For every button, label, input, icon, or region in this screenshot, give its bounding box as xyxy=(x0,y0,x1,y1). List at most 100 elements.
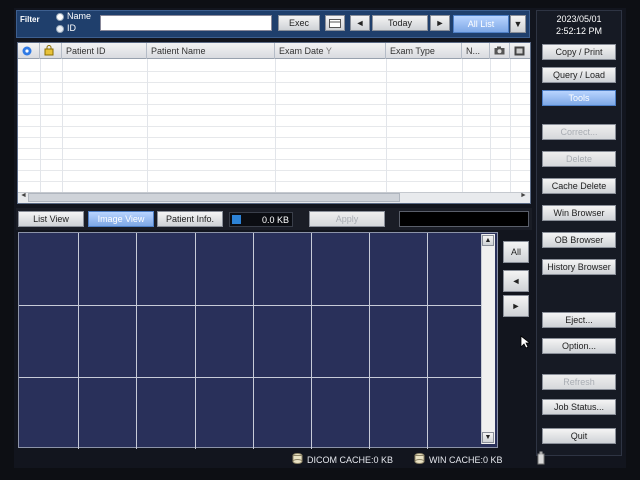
tools-button[interactable]: Tools xyxy=(542,90,616,106)
next-date-button[interactable]: ► xyxy=(430,15,450,31)
grid-line xyxy=(19,305,481,306)
table-divider xyxy=(462,59,463,192)
name-radio[interactable] xyxy=(56,13,64,21)
table-row[interactable] xyxy=(18,104,530,105)
table-row[interactable] xyxy=(18,181,530,182)
n-col[interactable]: N... xyxy=(462,43,490,59)
chevron-down-icon: ▼ xyxy=(484,434,492,441)
status-col[interactable] xyxy=(18,43,40,59)
grid-line xyxy=(19,377,481,378)
table-row[interactable] xyxy=(18,137,530,138)
win-browser-button[interactable]: Win Browser xyxy=(542,205,616,221)
scroll-right-icon[interactable]: ► xyxy=(520,192,527,199)
storage-icon xyxy=(232,215,241,224)
table-row[interactable] xyxy=(18,115,530,116)
table-row[interactable] xyxy=(18,148,530,149)
delete-button[interactable]: Delete xyxy=(542,151,616,167)
query-load-button[interactable]: Query / Load xyxy=(542,67,616,83)
calendar-icon xyxy=(329,18,341,28)
image-view-button[interactable]: Image View xyxy=(88,211,154,227)
grid-line xyxy=(311,233,312,449)
id-radio[interactable] xyxy=(56,25,64,33)
chevron-up-icon: ▲ xyxy=(484,237,492,244)
film-col[interactable] xyxy=(510,43,530,59)
scrollbar-thumb[interactable] xyxy=(28,193,400,202)
filter-input[interactable] xyxy=(100,15,272,31)
table-row[interactable] xyxy=(18,126,530,127)
grid-line xyxy=(195,233,196,449)
camera-col[interactable] xyxy=(490,43,510,59)
scroll-left-icon[interactable]: ◄ xyxy=(20,192,27,199)
scroll-down-button[interactable]: ▼ xyxy=(482,432,494,443)
grid-line xyxy=(78,233,79,449)
table-divider xyxy=(40,59,41,192)
cache-delete-button[interactable]: Cache Delete xyxy=(542,178,616,194)
option-button[interactable]: Option... xyxy=(542,338,616,354)
prev-date-button[interactable]: ◄ xyxy=(350,15,370,31)
chevron-down-icon: ▼ xyxy=(513,19,523,29)
usb-drive-icon xyxy=(537,451,545,465)
grid-line xyxy=(136,233,137,449)
left-arrow-icon: ◄ xyxy=(511,276,521,286)
grid-line xyxy=(253,233,254,449)
lock-col[interactable] xyxy=(40,43,62,59)
table-divider xyxy=(386,59,387,192)
table-divider xyxy=(490,59,491,192)
list-view-button[interactable]: List View xyxy=(18,211,84,227)
all-images-button[interactable]: All xyxy=(503,241,529,263)
apply-button[interactable]: Apply xyxy=(309,211,385,227)
exam-date-label: Exam Date xyxy=(279,46,324,56)
job-status-button[interactable]: Job Status... xyxy=(542,399,616,415)
patient-table xyxy=(17,42,531,204)
today-button[interactable]: Today xyxy=(372,15,428,31)
mouse-cursor-icon xyxy=(520,335,530,349)
table-row[interactable] xyxy=(18,93,530,94)
win-cache-status: WIN CACHE:0 KB xyxy=(429,455,503,465)
exam-date-col[interactable]: Exam Date Y xyxy=(275,43,386,59)
left-arrow-icon: ◄ xyxy=(355,18,365,28)
database-icon xyxy=(292,453,303,464)
dicom-cache-status: DICOM CACHE:0 KB xyxy=(307,455,394,465)
refresh-button[interactable]: Refresh xyxy=(542,374,616,390)
table-row[interactable] xyxy=(18,71,530,72)
table-divider xyxy=(275,59,276,192)
right-arrow-icon: ► xyxy=(511,301,521,311)
image-viewer[interactable] xyxy=(18,232,498,449)
id-radio-label: ID xyxy=(67,23,76,33)
info-icon xyxy=(22,46,32,56)
film-icon xyxy=(514,46,525,56)
patient-name-col[interactable]: Patient Name xyxy=(147,43,275,59)
exec-button[interactable]: Exec xyxy=(278,15,320,31)
time-display: 2:52:12 PM xyxy=(555,26,603,36)
table-row[interactable] xyxy=(18,82,530,83)
lock-icon xyxy=(44,45,54,56)
info-field xyxy=(399,211,529,227)
all-list-select[interactable]: All List xyxy=(453,15,509,33)
quit-button[interactable]: Quit xyxy=(542,428,616,444)
next-page-button[interactable]: ► xyxy=(503,295,529,317)
eject-button[interactable]: Eject... xyxy=(542,312,616,328)
viewer-scrollbar[interactable] xyxy=(481,234,495,444)
database-icon xyxy=(414,453,425,464)
correct-button[interactable]: Correct... xyxy=(542,124,616,140)
grid-line xyxy=(369,233,370,449)
grid-line xyxy=(427,233,428,449)
table-row[interactable] xyxy=(18,170,530,171)
scroll-up-button[interactable]: ▲ xyxy=(482,235,494,246)
name-radio-label: Name xyxy=(67,11,92,21)
date-display: 2023/05/01 xyxy=(556,14,602,24)
camera-icon xyxy=(494,46,505,55)
calendar-button[interactable] xyxy=(325,15,345,31)
table-row[interactable] xyxy=(18,159,530,160)
ob-browser-button[interactable]: OB Browser xyxy=(542,232,616,248)
table-divider xyxy=(62,59,63,192)
history-browser-button[interactable]: History Browser xyxy=(542,259,616,275)
exam-type-col[interactable]: Exam Type xyxy=(386,43,462,59)
patient-id-col[interactable]: Patient ID xyxy=(62,43,147,59)
table-divider xyxy=(510,59,511,192)
patient-info-button[interactable]: Patient Info. xyxy=(157,211,223,227)
prev-page-button[interactable]: ◄ xyxy=(503,270,529,292)
copy-print-button[interactable]: Copy / Print xyxy=(542,44,616,60)
all-list-dropdown[interactable]: ▼ xyxy=(510,15,526,33)
right-arrow-icon: ► xyxy=(435,18,445,28)
